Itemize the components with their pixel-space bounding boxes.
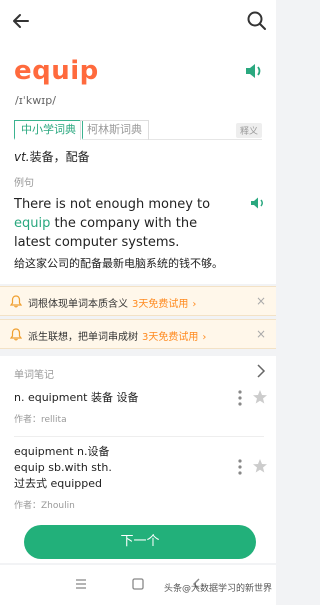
menu-icon[interactable] — [74, 577, 88, 591]
example-translation: 给这家公司的配备最新电脑系统的钱不够。 — [14, 257, 223, 270]
top-bar — [0, 0, 276, 44]
note-line: 过去式 equipped — [14, 477, 102, 490]
note-author: 作者：Zhoulin — [14, 501, 75, 511]
definition-text: 装备，配备 — [29, 150, 90, 164]
note-item: equipment n.设备 equip sb.with sth. 过去式 eq… — [14, 444, 264, 511]
bell-icon — [10, 295, 22, 308]
next-button[interactable]: 下一个 — [24, 525, 256, 559]
chevron-right-icon: › — [202, 332, 207, 343]
dictionary-tabs: 中小学词典 柯林斯词典 释义 — [14, 120, 262, 140]
note-line: n. equipment 装备 设备 — [14, 391, 139, 404]
close-icon[interactable]: × — [256, 294, 266, 308]
promo-banner-roots[interactable]: 词根体现单词本质含义 3天免费试用 › × — [0, 286, 276, 316]
search-icon[interactable] — [244, 8, 270, 34]
more-icon[interactable] — [238, 390, 242, 406]
note-author: 作者：rellita — [14, 415, 67, 425]
chevron-right-icon[interactable] — [256, 364, 266, 378]
close-icon[interactable]: × — [256, 327, 266, 341]
notes-title: 单词笔记 — [14, 370, 54, 381]
chevron-right-icon: › — [192, 299, 197, 310]
tab-school-dictionary[interactable]: 中小学词典 — [14, 120, 83, 140]
star-icon[interactable] — [252, 458, 268, 474]
phonetic: /ɪˈkwɪp/ — [15, 94, 56, 107]
example-speaker-icon[interactable] — [250, 196, 266, 210]
example-sentence: There is not enough money to equip the c… — [14, 195, 234, 252]
example-highlight[interactable]: equip — [14, 216, 50, 231]
example-text-before: There is not enough money to — [14, 197, 211, 212]
word-card: equip /ɪˈkwɪp/ 中小学词典 柯林斯词典 释义 vt.装备，配备 例… — [0, 44, 276, 284]
arrow-left-icon[interactable] — [8, 8, 34, 34]
star-icon[interactable] — [252, 389, 268, 405]
promo-banner-derivation[interactable]: 派生联想，把单词串成树 3天免费试用 › × — [0, 319, 276, 349]
headword: equip — [14, 56, 99, 86]
more-icon[interactable] — [238, 459, 242, 475]
definition: vt.装备，配备 — [14, 148, 90, 165]
tab-collins-dictionary[interactable]: 柯林斯词典 — [80, 120, 149, 140]
watermark: 头条@大数据学习的新世界 — [163, 584, 272, 594]
trial-link[interactable]: 3天免费试用 — [132, 299, 188, 310]
note-line: equipment n.设备 — [14, 445, 110, 458]
banner-text: 词根体现单词本质含义 — [28, 299, 128, 310]
definition-tag[interactable]: 释义 — [235, 123, 262, 138]
note-line: equip sb.with sth. — [14, 461, 112, 474]
example-label: 例句 — [14, 178, 34, 189]
banner-text: 派生联想，把单词串成树 — [28, 332, 138, 343]
part-of-speech: vt. — [14, 150, 30, 164]
bell-icon — [10, 328, 22, 341]
speaker-icon[interactable] — [244, 62, 264, 80]
home-icon[interactable] — [131, 577, 145, 591]
note-item: n. equipment 装备 设备 作者：rellita — [14, 390, 264, 425]
trial-link[interactable]: 3天免费试用 — [142, 332, 198, 343]
divider — [14, 436, 264, 437]
